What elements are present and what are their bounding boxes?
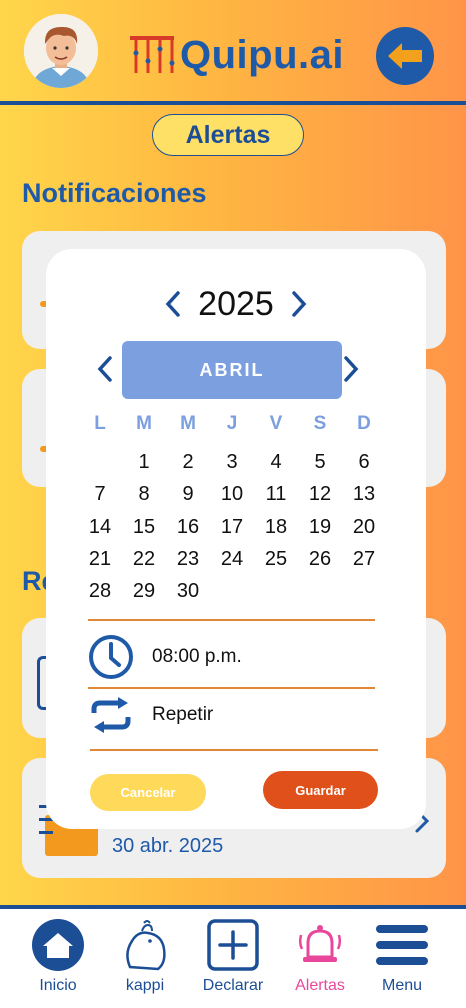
day-cell[interactable]: 16 <box>166 514 210 546</box>
weekday-label: M <box>136 413 152 434</box>
nav-item-kappi[interactable]: kappi <box>100 917 190 995</box>
day-cell[interactable]: 2 <box>166 449 210 481</box>
user-avatar[interactable] <box>24 14 98 88</box>
time-option[interactable]: 08:00 p.m. <box>88 634 242 680</box>
day-cell[interactable]: 13 <box>342 481 386 513</box>
plus-square-icon <box>205 917 261 973</box>
day-cell[interactable]: 24 <box>210 546 254 578</box>
year-selector: 2025 <box>46 279 426 329</box>
home-icon <box>30 917 86 973</box>
weekday-label: M <box>180 413 196 434</box>
header-divider <box>0 101 466 105</box>
day-cell[interactable]: 15 <box>122 514 166 546</box>
bottom-navigation: Inicio kappi Declarar Alertas Menu <box>0 909 466 1008</box>
chevron-left-icon <box>165 291 180 317</box>
nav-item-declarar[interactable]: Declarar <box>188 917 278 995</box>
day-cell[interactable]: 3 <box>210 449 254 481</box>
weekday-label: V <box>269 413 283 434</box>
day-cell[interactable]: 5 <box>298 449 342 481</box>
weekday-header: LMMJVSD <box>78 413 408 435</box>
next-year-button[interactable] <box>286 289 312 319</box>
day-cell[interactable]: 11 <box>254 481 298 513</box>
app-name: Quipu.ai <box>180 32 344 77</box>
divider <box>88 619 375 621</box>
nav-label: kappi <box>125 977 165 994</box>
empty-day-cell <box>78 449 122 481</box>
hamburger-icon <box>374 917 430 973</box>
capybara-icon <box>117 917 173 973</box>
nav-label: Inicio <box>39 977 77 994</box>
day-cell[interactable]: 25 <box>254 546 298 578</box>
save-button[interactable]: Guardar <box>263 771 378 809</box>
day-cell[interactable]: 14 <box>78 514 122 546</box>
day-cell[interactable]: 22 <box>122 546 166 578</box>
day-cell[interactable]: 9 <box>166 481 210 513</box>
app-logo: Quipu.ai <box>128 30 344 80</box>
day-cell[interactable]: 17 <box>210 514 254 546</box>
day-cell[interactable]: 10 <box>210 481 254 513</box>
weekday-label: L <box>94 413 106 434</box>
bell-icon <box>292 917 348 973</box>
chevron-left-icon <box>97 356 112 382</box>
quipu-logo-icon <box>130 36 175 73</box>
back-button[interactable] <box>376 27 434 85</box>
prev-month-button[interactable] <box>96 355 114 388</box>
repeat-label: Repetir <box>152 704 214 725</box>
repeat-icon <box>91 697 131 733</box>
day-cell[interactable]: 20 <box>342 514 386 546</box>
month-label[interactable]: ABRIL <box>122 341 342 399</box>
time-value: 08:00 p.m. <box>152 646 242 667</box>
chevron-right-icon <box>292 291 307 317</box>
day-cell[interactable]: 30 <box>166 578 210 610</box>
day-cell[interactable]: 27 <box>342 546 386 578</box>
day-cell[interactable]: 18 <box>254 514 298 546</box>
date-picker-dialog: 2025 ABRIL LMMJVSD 1 2 3 4 5 6 7 8 9 10 11 12 13 14 15… <box>46 249 426 829</box>
day-cell[interactable]: 29 <box>122 578 166 610</box>
day-cell[interactable]: 28 <box>78 578 122 610</box>
day-cell[interactable]: 23 <box>166 546 210 578</box>
nav-item-alertas[interactable]: Alertas <box>275 917 365 995</box>
page-title: Alertas <box>152 114 304 156</box>
clock-icon <box>89 635 133 679</box>
divider <box>90 749 378 751</box>
day-cell[interactable]: 19 <box>298 514 342 546</box>
reminder-date: 30 abr. 2025 <box>112 835 224 857</box>
weekday-label: S <box>313 413 327 434</box>
nav-label: Alertas <box>295 977 345 994</box>
day-cell[interactable]: 1 <box>122 449 166 481</box>
day-cell[interactable]: 6 <box>342 449 386 481</box>
nav-label: Menu <box>381 977 423 994</box>
divider <box>88 687 375 689</box>
day-cell[interactable]: 21 <box>78 546 122 578</box>
app-header: Quipu.ai <box>0 0 466 104</box>
day-cell[interactable]: 12 <box>298 481 342 513</box>
prev-year-button[interactable] <box>160 289 186 319</box>
repeat-option[interactable]: Repetir <box>88 695 213 735</box>
arrow-left-icon <box>388 43 422 69</box>
month-selector: ABRIL <box>46 341 426 399</box>
weekday-label: D <box>357 413 371 434</box>
chevron-right-icon <box>344 356 359 382</box>
nav-item-inicio[interactable]: Inicio <box>13 917 103 995</box>
day-cell[interactable]: 7 <box>78 481 122 513</box>
day-cell[interactable]: 26 <box>298 546 342 578</box>
year-label: 2025 <box>198 284 274 323</box>
day-cell[interactable]: 8 <box>122 481 166 513</box>
weekday-label: J <box>226 413 238 434</box>
nav-label: Declarar <box>202 977 264 994</box>
day-cell[interactable]: 4 <box>254 449 298 481</box>
cancel-button[interactable]: Cancelar <box>90 774 206 811</box>
next-month-button[interactable] <box>342 355 360 388</box>
notifications-heading: Notificaciones <box>22 178 207 208</box>
calendar-grid: 1 2 3 4 5 6 7 8 9 10 11 12 13 14 15 16 17 18 19 20 21 22 23 24 2… <box>78 449 408 610</box>
nav-item-menu[interactable]: Menu <box>357 917 447 995</box>
